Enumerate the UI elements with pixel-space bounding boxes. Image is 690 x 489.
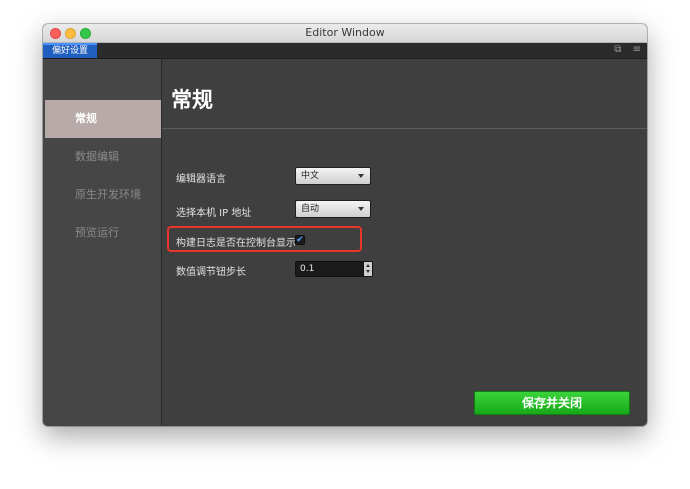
build-log-label: 构建日志是否在控制台显示	[176, 238, 296, 249]
chevron-down-icon	[358, 174, 364, 178]
sidebar-item-preview-run[interactable]: 预览运行	[45, 214, 161, 252]
tab-bar-icons: ⧉ ≡	[606, 44, 641, 55]
popout-icon[interactable]: ⧉	[614, 44, 621, 55]
tab-bar: 偏好设置 ⧉ ≡	[43, 43, 647, 59]
ip-address-value: 自动	[301, 204, 320, 214]
ip-address-label: 选择本机 IP 地址	[176, 208, 252, 219]
save-and-close-button[interactable]: 保存并关闭	[474, 391, 630, 415]
sidebar: 常规 数据编辑 原生开发环境 预览运行	[43, 59, 162, 426]
stepper-arrows[interactable]	[363, 262, 372, 276]
tab-preferences[interactable]: 偏好设置	[43, 43, 97, 58]
editor-language-select[interactable]: 中文	[295, 167, 371, 185]
chevron-down-icon	[358, 207, 364, 211]
title-bar: Editor Window	[43, 24, 647, 43]
editor-window: Editor Window 偏好设置 ⧉ ≡ 常规 数据编辑 原生开发环境 预览…	[43, 24, 647, 426]
title-divider	[162, 128, 647, 129]
settings-panel: 常规 编辑器语言 中文 选择本机 IP 地址 自动 构建日志是否在控制台显示 ✔…	[162, 59, 647, 426]
stepper-up-icon[interactable]	[366, 264, 370, 267]
spinner-step-value: 0.1	[300, 264, 315, 274]
window-title: Editor Window	[305, 26, 385, 39]
spinner-step-label: 数值调节钮步长	[176, 267, 246, 278]
build-log-checkbox[interactable]: ✔	[295, 235, 305, 245]
checkmark-icon: ✔	[296, 235, 304, 245]
page-title: 常规	[171, 88, 213, 112]
spinner-step-input[interactable]: 0.1	[295, 261, 373, 277]
sidebar-item-data-editing[interactable]: 数据编辑	[45, 138, 161, 176]
editor-language-label: 编辑器语言	[176, 174, 226, 185]
sidebar-item-general[interactable]: 常规	[45, 100, 161, 138]
stepper-down-icon[interactable]	[366, 270, 370, 273]
editor-language-value: 中文	[301, 171, 320, 181]
ip-address-select[interactable]: 自动	[295, 200, 371, 218]
sidebar-item-native-env[interactable]: 原生开发环境	[45, 176, 161, 214]
menu-icon[interactable]: ≡	[633, 44, 641, 55]
